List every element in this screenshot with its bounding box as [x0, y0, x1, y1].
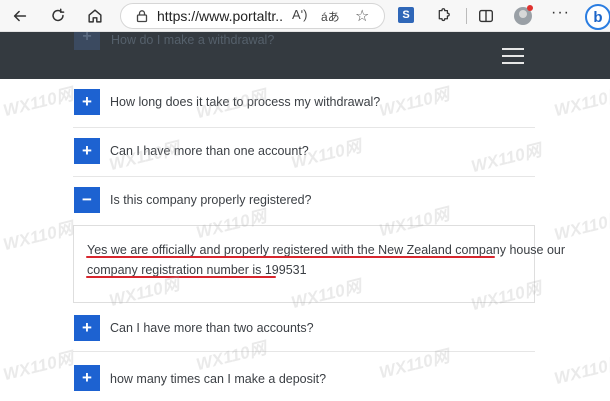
faq-item: + How long does it take to process my wi…: [73, 79, 535, 128]
faq-question[interactable]: Is this company properly registered?: [110, 193, 311, 207]
red-underline-annotation: [86, 276, 276, 278]
faq-question[interactable]: How long does it take to process my with…: [110, 95, 380, 109]
answer-line-2: company registration number is 199531: [87, 263, 307, 277]
toolbar-divider: [466, 8, 467, 24]
watermark: WX110网: [1, 218, 76, 255]
more-options-icon[interactable]: ···: [551, 4, 570, 22]
address-bar[interactable]: https://www.portaltr... Aʹ) áあ ☆: [120, 3, 385, 29]
read-aloud-icon[interactable]: Aʹ): [292, 7, 307, 22]
hamburger-menu-icon[interactable]: [502, 48, 524, 64]
faq-question-withdrawal[interactable]: How do I make a withdrawal?: [111, 33, 274, 47]
faq-question[interactable]: Can I have more than two accounts?: [110, 321, 314, 335]
faq-item: + Can I have more than one account?: [73, 128, 535, 177]
faq-toggle-withdrawal[interactable]: +: [74, 32, 100, 50]
notification-dot: [527, 5, 533, 11]
plus-icon[interactable]: +: [74, 365, 100, 391]
answer-line-1: Yes we are officially and properly regis…: [87, 243, 566, 257]
plus-icon[interactable]: +: [74, 138, 100, 164]
faq-answer-panel: Yes we are officially and properly regis…: [73, 225, 565, 303]
faq-item: + how many times can I make a deposit?: [73, 352, 535, 401]
plus-icon[interactable]: +: [74, 89, 100, 115]
translate-icon[interactable]: áあ: [321, 8, 340, 25]
watermark: WX110网: [1, 84, 76, 121]
extension-s-icon[interactable]: S: [398, 7, 414, 23]
faq-question[interactable]: Can I have more than one account?: [110, 144, 309, 158]
watermark: WX110网: [552, 208, 610, 245]
browser-toolbar: https://www.portaltr... Aʹ) áあ ☆ S ··· …: [0, 0, 610, 32]
url-text[interactable]: https://www.portaltr...: [157, 8, 282, 24]
minus-icon[interactable]: −: [74, 187, 100, 213]
refresh-icon[interactable]: [46, 4, 70, 28]
faq-question[interactable]: how many times can I make a deposit?: [110, 372, 326, 386]
red-underline-annotation: [86, 256, 495, 258]
faq-item-expanded: − Is this company properly registered?: [73, 177, 535, 226]
watermark: WX110网: [1, 348, 76, 385]
watermark: WX110网: [552, 352, 610, 389]
split-screen-icon[interactable]: [474, 4, 498, 28]
bing-copilot-icon[interactable]: b: [585, 4, 610, 30]
faq-item: + Can I have more than two accounts?: [73, 303, 535, 352]
watermark: WX110网: [552, 84, 610, 121]
favorite-star-icon[interactable]: ☆: [355, 6, 369, 26]
home-icon[interactable]: [83, 4, 107, 28]
extensions-puzzle-icon[interactable]: [430, 4, 454, 28]
plus-icon[interactable]: +: [74, 315, 100, 341]
back-arrow-icon[interactable]: [8, 4, 32, 28]
lock-icon[interactable]: [135, 9, 149, 23]
site-header: + How do I make a withdrawal?: [0, 32, 610, 79]
